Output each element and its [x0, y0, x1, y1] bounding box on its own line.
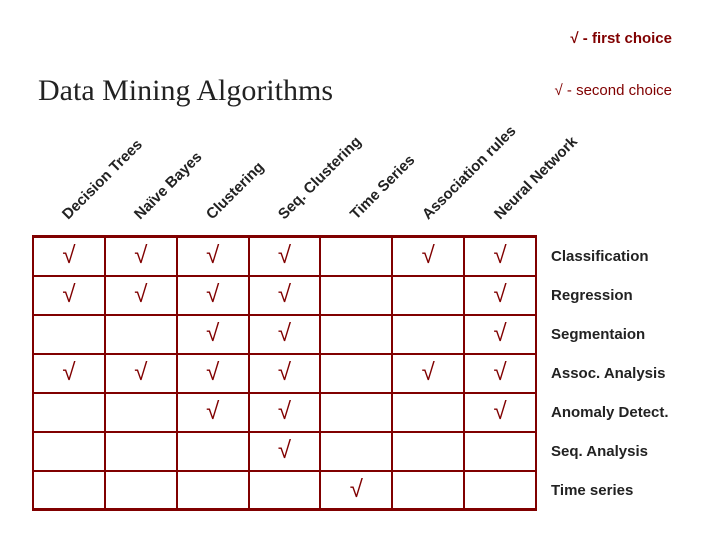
grid-cell: √ — [249, 276, 321, 315]
grid-cell: √ — [177, 315, 249, 354]
grid-cell: √ — [464, 276, 536, 315]
grid-cell: √ — [464, 354, 536, 393]
grid-cell: √ — [105, 237, 177, 276]
grid-cell — [320, 315, 392, 354]
table-row: √ √ √ √ √ Regression — [33, 276, 686, 315]
grid-cell: √ — [177, 276, 249, 315]
grid-cell: √ — [464, 237, 536, 276]
grid-cell — [392, 432, 464, 471]
grid-cell: √ — [177, 237, 249, 276]
grid-cell — [464, 432, 536, 471]
grid-cell — [33, 315, 105, 354]
grid-cell — [320, 354, 392, 393]
grid-cell — [320, 393, 392, 432]
grid-cell: √ — [249, 432, 321, 471]
row-label: Segmentaion — [536, 315, 686, 354]
grid-cell — [392, 315, 464, 354]
grid-table: √ √ √ √ √ √ Classification √ √ √ √ √ Reg… — [32, 235, 687, 511]
row-label: Seq. Analysis — [536, 432, 686, 471]
algorithm-matrix: Decision Trees Naïve Bayes Clustering Se… — [32, 115, 687, 511]
grid-cell: √ — [392, 354, 464, 393]
table-row: √ Time series — [33, 471, 686, 510]
grid-cell — [177, 432, 249, 471]
page-title: Data Mining Algorithms — [38, 74, 333, 108]
grid-cell: √ — [464, 393, 536, 432]
grid-cell: √ — [177, 354, 249, 393]
grid-cell: √ — [249, 354, 321, 393]
grid-cell: √ — [249, 237, 321, 276]
grid-cell: √ — [105, 354, 177, 393]
row-label: Time series — [536, 471, 686, 510]
legend-second-choice: √ - second choice — [555, 82, 672, 99]
grid-cell — [392, 276, 464, 315]
table-row: √ √ √ √ √ √ Assoc. Analysis — [33, 354, 686, 393]
grid-cell: √ — [392, 237, 464, 276]
grid-cell: √ — [249, 393, 321, 432]
grid-cell — [105, 315, 177, 354]
grid-cell — [105, 432, 177, 471]
col-header: Neural Network — [491, 133, 581, 223]
table-row: √ √ √ √ √ √ Classification — [33, 237, 686, 276]
grid-cell — [320, 276, 392, 315]
grid-cell — [464, 471, 536, 510]
grid-cell: √ — [177, 393, 249, 432]
grid-cell — [105, 393, 177, 432]
grid-cell: √ — [464, 315, 536, 354]
grid-cell: √ — [105, 276, 177, 315]
grid-cell — [105, 471, 177, 510]
grid-cell: √ — [33, 237, 105, 276]
grid-cell — [33, 393, 105, 432]
grid-cell — [392, 393, 464, 432]
row-label: Assoc. Analysis — [536, 354, 686, 393]
table-row: √ √ √ Anomaly Detect. — [33, 393, 686, 432]
row-label: Classification — [536, 237, 686, 276]
grid-cell — [320, 432, 392, 471]
grid-cell — [33, 471, 105, 510]
table-row: √ Seq. Analysis — [33, 432, 686, 471]
column-headers: Decision Trees Naïve Bayes Clustering Se… — [32, 115, 687, 235]
grid-cell — [249, 471, 321, 510]
row-label: Regression — [536, 276, 686, 315]
grid-cell: √ — [320, 471, 392, 510]
legend-first-choice: √ - first choice — [570, 30, 672, 47]
grid-cell: √ — [33, 276, 105, 315]
row-label: Anomaly Detect. — [536, 393, 686, 432]
grid-cell — [177, 471, 249, 510]
grid-cell: √ — [33, 354, 105, 393]
grid-cell — [392, 471, 464, 510]
grid-cell — [320, 237, 392, 276]
grid-cell — [33, 432, 105, 471]
table-row: √ √ √ Segmentaion — [33, 315, 686, 354]
grid-cell: √ — [249, 315, 321, 354]
